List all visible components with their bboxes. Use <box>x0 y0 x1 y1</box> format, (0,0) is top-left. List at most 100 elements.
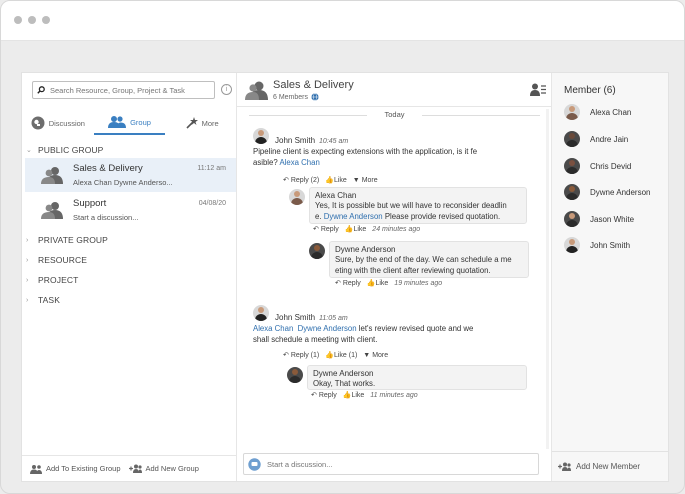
group-name: Support <box>73 198 107 209</box>
group-item-support[interactable]: Support Start a discussion... 04/08/20 <box>25 193 236 227</box>
message-line: shall schedule a meeting with client. <box>253 335 378 344</box>
tab-group[interactable]: Group <box>93 111 166 135</box>
discussion-header: Sales & Delivery 6 Members <box>237 73 552 107</box>
close-dot[interactable] <box>14 16 22 24</box>
mention-link[interactable]: Alexa Chan <box>253 324 293 333</box>
message-actions: ↶ Reply 👍Like 11 minutes ago <box>311 391 418 400</box>
maximize-dot[interactable] <box>42 16 50 24</box>
section-project[interactable]: › PROJECT <box>26 275 78 285</box>
section-task[interactable]: › TASK <box>26 295 60 305</box>
add-new-group-button[interactable]: Add New Group <box>128 464 199 473</box>
info-icon[interactable]: i <box>221 84 232 95</box>
member-item[interactable]: Dywne Anderson <box>564 183 650 201</box>
section-resource[interactable]: › RESOURCE <box>26 255 87 265</box>
globe-icon <box>311 93 319 101</box>
search-box[interactable] <box>32 81 215 99</box>
avatar <box>289 189 305 205</box>
reply-button[interactable]: ↶ Reply <box>313 225 339 233</box>
message-author: John Smith <box>275 136 316 145</box>
like-label: Like <box>333 177 347 184</box>
member-item[interactable]: Jason White <box>564 210 634 228</box>
scrollbar[interactable] <box>546 109 549 449</box>
discussion-icon <box>31 116 45 130</box>
avatar <box>564 184 580 200</box>
reply-button[interactable]: ↶ Reply <box>311 391 337 399</box>
group-name: Sales & Delivery <box>73 163 143 174</box>
section-private-group[interactable]: › PRIVATE GROUP <box>26 235 108 245</box>
message-time: 11 minutes ago <box>370 391 418 399</box>
message-line: eting with the client after reviewing qu… <box>335 266 491 275</box>
add-new-group-label: Add New Group <box>145 464 199 473</box>
chat-bubble-icon <box>248 457 261 471</box>
reply-bubble: Dywne Anderson Okay, That works. <box>307 365 527 390</box>
group-time: 04/08/20 <box>198 200 226 207</box>
like-button[interactable]: 👍Like <box>325 176 347 184</box>
search-input[interactable] <box>50 85 210 95</box>
minimize-dot[interactable] <box>28 16 36 24</box>
message-author: Dywne Anderson <box>335 245 396 254</box>
group-item-sales-delivery[interactable]: Sales & Delivery Alexa Chan Dywne Anders… <box>25 158 236 192</box>
like-label: Like <box>375 280 389 287</box>
tab-more[interactable]: More <box>165 111 237 135</box>
like-label: Like <box>351 392 365 399</box>
group-icon <box>108 116 127 128</box>
mention-link[interactable]: Alexa Chan <box>279 158 319 167</box>
more-button[interactable]: ▼ More <box>363 352 388 359</box>
avatar <box>253 305 269 321</box>
member-item[interactable]: Chris Devid <box>564 157 631 175</box>
add-new-member-button[interactable]: Add New Member <box>552 451 668 481</box>
discussion-input[interactable] <box>267 459 517 469</box>
message-line: asible? <box>253 158 278 167</box>
message-text: Okay, That works. <box>313 379 376 388</box>
reply-icon: ↶ <box>313 226 319 233</box>
member-item[interactable]: John Smith <box>564 236 630 254</box>
member-name: Dywne Anderson <box>590 187 651 197</box>
reply-button[interactable]: ↶ Reply <box>335 279 361 287</box>
message-actions: ↶ Reply (2) 👍Like ▼ More <box>283 176 378 185</box>
message-text: Yes, It is possible but we will have to … <box>315 200 521 222</box>
reply-bubble: Dywne Anderson Sure, by the end of the d… <box>329 241 529 278</box>
message-actions: ↶ Reply (1) 👍Like (1) ▼ More <box>283 351 388 360</box>
like-button[interactable]: 👍Like <box>343 391 365 399</box>
avatar <box>564 158 580 174</box>
like-button[interactable]: 👍Like <box>345 225 367 233</box>
composer[interactable] <box>243 453 539 475</box>
tab-discussion[interactable]: Discussion <box>22 111 94 135</box>
like-button[interactable]: 👍Like <box>367 279 389 287</box>
magic-wand-icon <box>186 117 198 129</box>
message-line: let's review revised quote and we <box>358 324 474 333</box>
message-time: 11:05 am <box>319 315 348 322</box>
app-window: i Discussion Group More ⌄ PUBLIC GROUP <box>0 0 685 494</box>
left-panel: i Discussion Group More ⌄ PUBLIC GROUP <box>22 73 237 481</box>
discussion-panel: Sales & Delivery 6 Members Today John Sm… <box>237 73 552 481</box>
member-list-icon[interactable] <box>530 83 546 96</box>
members-count[interactable]: 6 Members <box>273 93 319 101</box>
member-item[interactable]: Andre Jain <box>564 130 628 148</box>
avatar <box>564 104 580 120</box>
chevron-right-icon: › <box>26 256 29 264</box>
more-button[interactable]: ▼ More <box>353 177 378 184</box>
add-member-label: Add New Member <box>576 462 641 471</box>
message-author: John Smith <box>275 313 316 322</box>
mention-link[interactable]: Dywne Anderson <box>324 212 383 221</box>
message-time: 10:45 am <box>319 138 349 145</box>
mention-link[interactable]: Dywne Anderson <box>298 324 357 333</box>
tab-discussion-label: Discussion <box>48 118 85 128</box>
reply-label: Reply <box>320 226 339 233</box>
section-public-group[interactable]: ⌄ PUBLIC GROUP <box>26 145 103 155</box>
member-name: John Smith <box>590 240 631 250</box>
avatar <box>253 128 269 144</box>
reply-button[interactable]: ↶ Reply (1) <box>283 351 319 359</box>
like-label: Like (1) <box>333 352 358 359</box>
avatar <box>287 367 303 383</box>
message-line: Pipeline client is expecting extensions … <box>253 147 478 156</box>
reply-icon: ↶ <box>283 177 289 184</box>
add-to-existing-group-button[interactable]: Add To Existing Group <box>30 464 121 474</box>
caret-down-icon: ▼ <box>363 351 371 359</box>
member-item[interactable]: Alexa Chan <box>564 103 631 121</box>
reply-button[interactable]: ↶ Reply (2) <box>283 176 319 184</box>
thumbs-up-icon: 👍 <box>325 352 334 359</box>
more-label: More <box>372 351 389 359</box>
message-actions: ↶ Reply 👍Like 24 minutes ago <box>313 225 420 234</box>
like-button[interactable]: 👍Like (1) <box>325 351 357 359</box>
